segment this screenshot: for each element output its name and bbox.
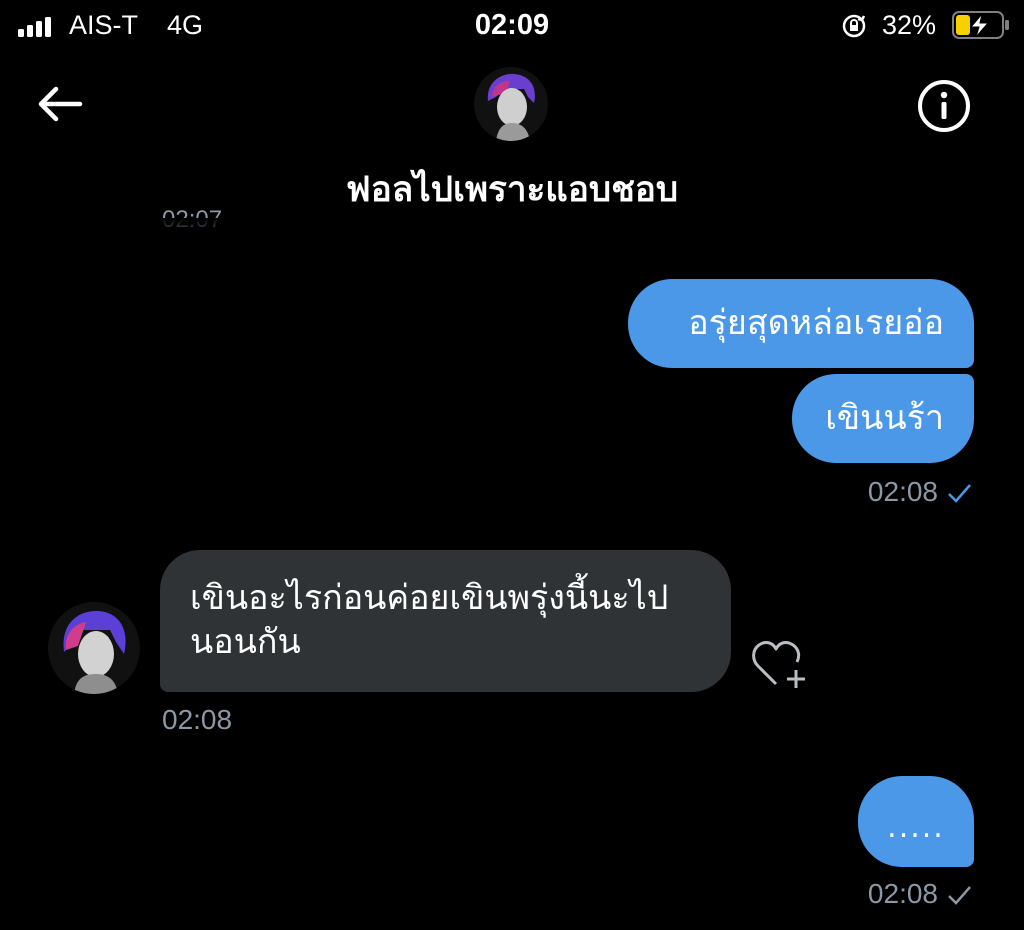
sent-message[interactable]: ..... — [858, 776, 974, 867]
message-timestamp: 02:08 — [162, 704, 233, 735]
message-timestamp: 02:08 — [867, 476, 938, 507]
orientation-lock-icon — [842, 14, 866, 38]
sent-message[interactable]: อรุ่ยสุดหล่อเรยอ่อ — [628, 279, 974, 368]
heart-plus-icon[interactable] — [750, 638, 810, 690]
status-time: 02:09 — [474, 9, 550, 41]
sent-message[interactable]: เขินนร้า — [792, 374, 974, 463]
status-bar: AIS-T 4G 02:09 32% — [0, 0, 1024, 52]
battery-percentage: 32% — [882, 10, 937, 40]
contact-name[interactable]: ฟอลไปเพราะแอบชอบ — [0, 162, 1024, 217]
back-arrow-icon[interactable] — [36, 84, 84, 124]
battery-charging-icon — [952, 11, 1009, 39]
seen-check-icon — [948, 484, 971, 503]
info-icon[interactable] — [916, 78, 972, 134]
header-fade — [0, 218, 1024, 244]
header-avatar[interactable] — [474, 67, 548, 141]
received-message[interactable]: เขินอะไรก่อนค่อยเขินพรุ่งนี้นะไป นอนกัน — [160, 550, 731, 692]
contact-avatar[interactable] — [48, 602, 140, 694]
sent-check-icon — [948, 886, 971, 905]
message-timestamp: 02:08 — [867, 878, 938, 909]
